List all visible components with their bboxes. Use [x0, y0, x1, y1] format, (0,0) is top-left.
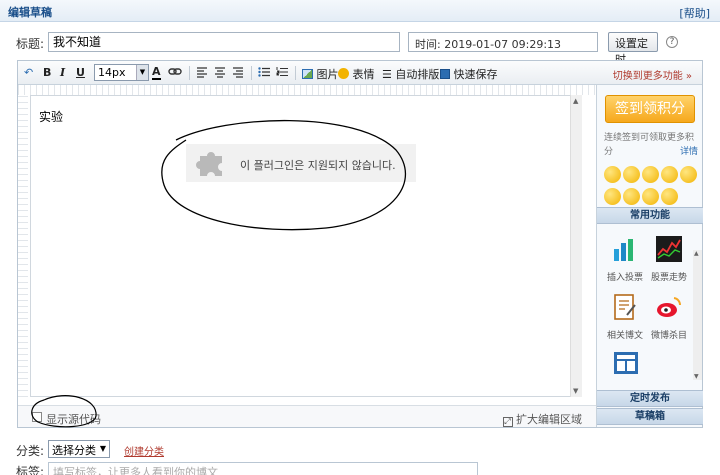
editor-content-area[interactable]: 实验 이 플러그인은 지원되지 않습니다. — [30, 95, 581, 397]
stock-trend-label: 股票走势 — [650, 273, 687, 283]
title-label: 标题: — [16, 37, 45, 51]
smiley-icon — [338, 68, 349, 79]
editor-toolbar: ↶ B I U 14px ▼ A 图片 表情 ☰ 自动排版 快速保存 切换到更多… — [18, 61, 702, 85]
ruler-top — [18, 85, 596, 95]
scroll-down-icon[interactable]: ▼ — [573, 387, 578, 395]
scroll-up-icon[interactable]: ▲ — [694, 250, 699, 257]
scheduled-publish-header[interactable]: 定时发布 — [597, 390, 703, 407]
emoji-icon[interactable] — [680, 166, 697, 183]
bar-chart-icon — [614, 239, 633, 261]
related-posts-label: 相关博文 — [606, 331, 643, 341]
category-row: 分类: 选择分类 ▼ 创建分类 — [0, 440, 720, 460]
sign-in-button[interactable]: 签到领积分 — [605, 95, 695, 123]
stock-chart-icon — [656, 236, 682, 262]
align-left-icon[interactable] — [196, 66, 208, 80]
undo-icon[interactable]: ↶ — [24, 66, 33, 80]
help-icon[interactable]: ? — [666, 36, 678, 48]
auto-layout-button[interactable]: ☰ 自动排版 — [382, 66, 440, 81]
emoji-icon[interactable] — [642, 166, 659, 183]
numbered-list-icon[interactable] — [276, 66, 288, 80]
emoticon-label: 表情 — [352, 68, 375, 81]
editor-scrollbar[interactable]: ▲ ▼ — [570, 95, 582, 397]
editor-footer: 显示源代码 ⤢ 扩大编辑区域 — [18, 395, 596, 428]
font-size-select[interactable]: 14px ▼ — [94, 64, 149, 81]
set-time-button[interactable]: 设置定时 — [608, 32, 658, 66]
toolbar-divider — [251, 66, 252, 80]
editor-content-text: 实验 — [39, 110, 64, 124]
drafts-header[interactable]: 草稿箱 — [597, 408, 703, 425]
emoji-icon[interactable] — [661, 166, 678, 183]
emoji-icon[interactable] — [623, 188, 640, 205]
tag-row: 标签: 填写标签，让更多人看到你的博文 — [0, 462, 720, 475]
picture-label: 图片 — [316, 68, 339, 81]
underline-button[interactable]: U — [76, 66, 85, 80]
expand-editor-label: 扩大编辑区域 — [516, 413, 582, 426]
stock-trend-feature[interactable]: 股票走势 — [647, 235, 691, 283]
emoji-icon[interactable] — [604, 166, 621, 183]
align-center-icon[interactable] — [214, 66, 226, 80]
title-bar: 编辑草稿 [帮助] — [0, 0, 720, 22]
time-label: 时间: — [415, 38, 441, 51]
picture-icon — [302, 69, 313, 79]
scroll-up-icon[interactable]: ▲ — [573, 97, 578, 105]
auto-layout-icon: ☰ — [382, 68, 392, 81]
ruler-left — [18, 95, 28, 397]
italic-button[interactable]: I — [60, 66, 65, 80]
bold-button[interactable]: B — [43, 66, 51, 80]
toolbar-divider — [295, 66, 296, 80]
chevron-down-icon: ▼ — [136, 65, 148, 80]
expand-icon: ⤢ — [502, 417, 513, 427]
quick-save-label: 快速保存 — [453, 68, 498, 81]
tag-input[interactable]: 填写标签，让更多人看到你的博文 — [48, 462, 478, 475]
related-posts-feature[interactable]: 相关博文 — [603, 293, 647, 341]
category-label: 分类: — [16, 444, 45, 458]
tag-label: 标签: — [16, 465, 45, 475]
font-color-button[interactable]: A — [152, 66, 161, 80]
weibo-icon — [657, 297, 682, 317]
toolbar-divider — [189, 66, 190, 80]
related-post-icon — [614, 294, 636, 320]
page-title: 编辑草稿 — [8, 6, 52, 19]
insert-vote-label: 插入投票 — [606, 273, 643, 283]
quick-save-button[interactable]: 快速保存 — [440, 66, 498, 81]
chevron-down-icon: ▼ — [99, 444, 106, 453]
title-input[interactable]: 我不知道 — [48, 32, 400, 52]
emoji-icon[interactable] — [661, 188, 678, 205]
save-icon — [440, 69, 450, 79]
picture-button[interactable]: 图片 — [302, 66, 339, 81]
align-right-icon[interactable] — [232, 66, 244, 80]
time-display: 时间: 2019-01-07 09:29:13 — [408, 32, 598, 52]
title-row: 标题: 我不知道 时间: 2019-01-07 09:29:13 设置定时 ? — [0, 30, 720, 66]
sidebar-scrollbar[interactable]: ▲ ▼ — [693, 250, 702, 380]
weibo-label: 微博杀目 — [650, 331, 687, 341]
time-value: 2019-01-07 09:29:13 — [444, 38, 562, 51]
category-select[interactable]: 选择分类 ▼ — [48, 440, 110, 458]
weibo-feature[interactable]: 微博杀目 — [647, 293, 691, 341]
font-size-value: 14px — [98, 66, 126, 79]
editor-sidebar: 签到领积分 连续签到可领取更多积分 详情 更多» 常用功能 插入投票 股票走势 … — [596, 85, 703, 427]
emoji-icon[interactable] — [642, 188, 659, 205]
sign-in-note: 连续签到可领取更多积分 详情 — [604, 131, 698, 159]
emoticon-button[interactable]: 表情 — [338, 66, 375, 81]
bullet-list-icon[interactable] — [258, 66, 270, 80]
link-icon[interactable] — [168, 66, 182, 80]
scroll-down-icon[interactable]: ▼ — [694, 373, 699, 380]
category-select-value: 选择分类 — [52, 444, 96, 457]
sign-in-detail-link[interactable]: 详情 — [680, 145, 698, 159]
hand-drawn-circle-annotation — [31, 395, 97, 428]
expand-editor-link[interactable]: ⤢ 扩大编辑区域 — [502, 411, 582, 427]
auto-layout-label: 自动排版 — [395, 68, 440, 81]
emoji-icon[interactable] — [604, 188, 621, 205]
create-category-link[interactable]: 创建分类 — [124, 443, 164, 458]
hand-drawn-circle-annotation — [161, 119, 407, 231]
emoji-icon[interactable] — [623, 166, 640, 183]
switch-more-features-link[interactable]: 切换到更多功能 » — [613, 67, 692, 82]
editor-frame: ↶ B I U 14px ▼ A 图片 表情 ☰ 自动排版 快速保存 切换到更多… — [17, 60, 703, 428]
help-link[interactable]: [帮助] — [679, 5, 710, 21]
layout-template-icon[interactable] — [613, 351, 639, 375]
insert-vote-feature[interactable]: 插入投票 — [603, 235, 647, 283]
common-features-header[interactable]: 常用功能 — [597, 207, 703, 224]
